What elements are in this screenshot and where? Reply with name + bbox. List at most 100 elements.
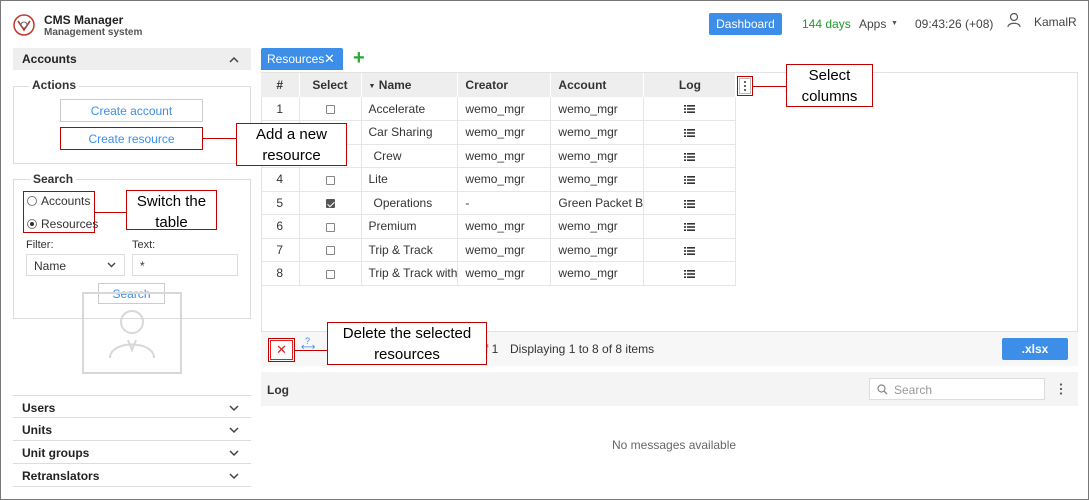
chevron-down-icon[interactable] xyxy=(229,403,239,413)
row-log-cell[interactable] xyxy=(643,120,737,145)
list-icon[interactable] xyxy=(684,270,696,279)
row-select-checkbox[interactable] xyxy=(325,269,335,279)
close-tab-icon[interactable]: ✕ xyxy=(324,51,335,67)
chevron-down-icon[interactable] xyxy=(229,425,239,435)
row-select-checkbox[interactable] xyxy=(325,104,335,114)
row-account: wemo_mgr xyxy=(550,214,645,239)
export-xlsx-button[interactable]: .xlsx xyxy=(1002,338,1068,360)
list-icon[interactable] xyxy=(684,199,696,208)
row-select-cell[interactable] xyxy=(299,214,362,239)
filter-select[interactable]: Name xyxy=(26,254,125,276)
row-name: Operations xyxy=(361,191,459,215)
row-log-cell[interactable] xyxy=(643,97,737,121)
row-select-cell[interactable] xyxy=(299,238,362,262)
annotation-switch-table: Switch the table xyxy=(126,190,217,231)
row-select-cell[interactable] xyxy=(299,167,362,192)
log-menu-icon[interactable] xyxy=(1058,382,1064,396)
row-select-checkbox[interactable] xyxy=(325,199,335,209)
row-account: wemo_mgr xyxy=(550,238,645,262)
row-select-cell[interactable] xyxy=(299,261,362,286)
row-number: 1 xyxy=(261,97,300,121)
user-silhouette-icon xyxy=(109,310,155,359)
resize-columns-icon[interactable]: ? ⟷ xyxy=(301,336,315,353)
annotation-connector-add-resource xyxy=(203,138,237,139)
create-resource-button[interactable]: Create resource xyxy=(60,127,203,150)
sidebar-section-retranslators[interactable]: Retranslators xyxy=(13,464,251,487)
chevron-down-icon[interactable] xyxy=(229,471,239,481)
list-icon[interactable] xyxy=(684,223,696,232)
column-header-creator[interactable]: Creator xyxy=(457,73,552,97)
annotation-select-columns: Select columns xyxy=(786,64,873,107)
search-text-input[interactable]: * xyxy=(132,254,238,276)
row-creator: wemo_mgr xyxy=(457,120,552,145)
chevron-up-icon[interactable] xyxy=(229,55,239,65)
table-row[interactable]: 4 Lite wemo_mgr wemo_mgr xyxy=(261,167,737,192)
column-header-log: Log xyxy=(643,73,737,97)
resize-glyph: ? xyxy=(305,336,311,346)
annotation-connector-delete xyxy=(295,350,328,351)
sidebar-section-unit-groups[interactable]: Unit groups xyxy=(13,441,251,464)
accounts-section-header[interactable]: Accounts xyxy=(13,48,251,70)
chevron-down-icon xyxy=(107,262,116,268)
user-name[interactable]: KamalR xyxy=(1034,15,1077,29)
app-title: CMS Manager xyxy=(44,13,124,27)
tab-resources[interactable]: Resources ✕ xyxy=(261,48,343,70)
row-log-cell[interactable] xyxy=(643,144,737,168)
radio-accounts-control[interactable] xyxy=(27,196,37,206)
apps-menu[interactable]: Apps xyxy=(859,17,886,31)
radio-resources-control[interactable] xyxy=(27,219,37,229)
row-log-cell[interactable] xyxy=(643,261,737,286)
filter-label: Filter: xyxy=(26,239,54,251)
table-row[interactable]: 5 Operations-Green Packet Ber xyxy=(261,191,737,215)
row-log-cell[interactable] xyxy=(643,238,737,262)
sidebar-section-users[interactable]: Users xyxy=(13,395,251,418)
log-search-placeholder: Search xyxy=(894,383,933,397)
table-row[interactable]: 7 Trip & Track wemo_mgr wemo_mgr xyxy=(261,238,737,262)
sidebar-section-users-label: Users xyxy=(22,401,56,415)
list-icon[interactable] xyxy=(684,246,696,255)
radio-resources[interactable]: Resources xyxy=(27,217,98,231)
row-name: Car Sharing xyxy=(361,120,459,145)
delete-highlight xyxy=(268,338,295,362)
row-select-checkbox[interactable] xyxy=(325,246,335,256)
table-row[interactable]: 6 Premium wemo_mgr wemo_mgr xyxy=(261,214,737,239)
row-select-checkbox[interactable] xyxy=(325,175,335,185)
table-row[interactable]: 8 Trip & Track with wemo_mgr wemo_mgr xyxy=(261,261,737,286)
column-header-account[interactable]: Account xyxy=(550,73,645,97)
sidebar-section-units-label: Units xyxy=(22,423,52,437)
sidebar-section-unit-groups-label: Unit groups xyxy=(22,446,90,460)
dashboard-button[interactable]: Dashboard xyxy=(709,13,782,35)
cms-logo-icon xyxy=(13,14,35,36)
radio-accounts[interactable]: Accounts xyxy=(27,194,90,208)
chevron-down-icon[interactable] xyxy=(229,448,239,458)
list-icon[interactable] xyxy=(684,129,696,138)
text-label: Text: xyxy=(132,239,156,251)
annotation-connector-switch-table xyxy=(95,212,127,213)
user-icon[interactable] xyxy=(1007,12,1021,28)
sidebar-section-retranslators-label: Retranslators xyxy=(22,469,100,483)
sidebar-section-units[interactable]: Units xyxy=(13,418,251,441)
row-log-cell[interactable] xyxy=(643,214,737,239)
row-account: wemo_mgr xyxy=(550,120,645,145)
log-search-input[interactable]: Search xyxy=(869,378,1045,400)
row-name: Accelerate xyxy=(361,97,459,121)
create-account-button[interactable]: Create account xyxy=(60,99,203,122)
table-row[interactable]: 1 Accelerate wemo_mgr wemo_mgr xyxy=(261,97,737,121)
row-select-cell[interactable] xyxy=(299,97,362,121)
row-creator: wemo_mgr xyxy=(457,144,552,168)
row-log-cell[interactable] xyxy=(643,167,737,192)
column-header-name[interactable]: ▼ Name xyxy=(361,73,459,97)
list-icon[interactable] xyxy=(684,152,696,161)
row-log-cell[interactable] xyxy=(643,191,737,215)
actions-panel xyxy=(13,86,251,164)
annotation-add-resource: Add a new resource xyxy=(236,123,347,166)
clock: 09:43:26 (+08) xyxy=(915,17,994,31)
list-icon[interactable] xyxy=(684,105,696,114)
caret-down-icon[interactable]: ▼ xyxy=(891,20,898,27)
app-subtitle: Management system xyxy=(44,27,143,38)
row-select-checkbox[interactable] xyxy=(325,222,335,232)
row-select-cell[interactable] xyxy=(299,191,362,215)
list-icon[interactable] xyxy=(684,176,696,185)
row-account: wemo_mgr xyxy=(550,97,645,121)
add-tab-icon[interactable]: + xyxy=(353,48,365,68)
